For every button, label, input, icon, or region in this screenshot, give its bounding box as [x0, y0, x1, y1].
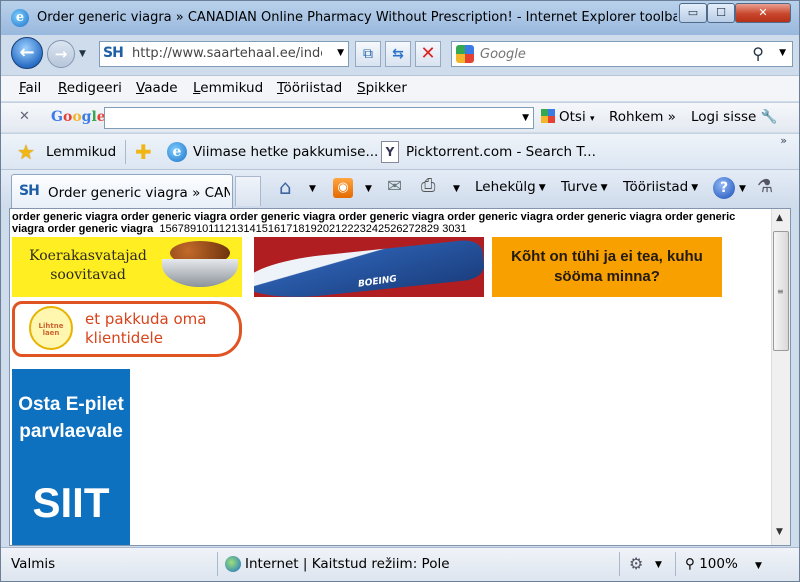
minimize-button[interactable]: ▭	[679, 3, 707, 23]
settings-icon[interactable]: ⚙	[629, 554, 643, 573]
close-toolbar-icon[interactable]: ✕	[19, 109, 30, 124]
more-button[interactable]: Rohkem »	[609, 109, 676, 125]
address-dropdown-icon[interactable]: ▼	[337, 48, 344, 58]
ad-dog-food[interactable]: Koerakasvatajad soovitavad	[12, 237, 242, 297]
vertical-scrollbar[interactable]: ▲ ≡ ▼	[771, 209, 790, 545]
ad-restaurant[interactable]: Kõht on tühi ja ei tea, kuhu sööma minna…	[492, 237, 722, 297]
scroll-down-arrow-icon[interactable]: ▼	[776, 527, 783, 537]
ad-loan-text: et pakkuda oma klientidele	[85, 310, 207, 347]
favorite-link-1[interactable]: Viimase hetke pakkumise...	[193, 144, 378, 160]
home-icon[interactable]: ⌂	[279, 175, 292, 199]
compatibility-view-icon[interactable]: ⧉	[355, 41, 381, 67]
search-icon[interactable]: ⚲	[752, 44, 764, 63]
separator	[675, 552, 676, 576]
google-logo[interactable]: Google	[51, 109, 106, 125]
ad-ferry-cta: SIIT	[32, 479, 110, 526]
address-bar[interactable]: SH http://www.saartehaal.ee/index.php ▼	[99, 41, 349, 67]
home-dropdown-icon[interactable]: ▼	[309, 184, 316, 194]
navigation-bar: ← → ▼ SH http://www.saartehaal.ee/index.…	[1, 35, 799, 73]
page-heading-text: order generic viagra order generic viagr…	[12, 211, 767, 235]
research-icon[interactable]: ⚗	[757, 176, 773, 197]
tab-active[interactable]: SH Order generic viagra » CANADIAN	[11, 174, 233, 208]
page-number-links[interactable]: 1567891011121314151617181920212223242526…	[159, 223, 466, 235]
menu-tools[interactable]: Tööriistad	[277, 80, 342, 96]
loan-logo-text: Lihtne laen	[38, 322, 64, 337]
tab-label: Order generic viagra » CANADIAN	[48, 185, 230, 201]
search-box[interactable]: ⚲ ▼	[451, 41, 793, 67]
tools-menu-button[interactable]: Tööriistad ▼	[623, 179, 698, 195]
scroll-thumb[interactable]: ≡	[773, 231, 789, 351]
loan-logo-icon: Lihtne laen	[29, 306, 73, 350]
status-bar: Valmis Internet | Kaitstud režiim: Pole …	[1, 547, 799, 581]
settings-dropdown-icon[interactable]: ▼	[655, 560, 662, 570]
menu-bar: Fail Redigeeri Vaade Lemmikud Tööriistad…	[1, 75, 799, 101]
globe-icon	[225, 556, 241, 572]
ie-page-icon: e	[167, 142, 187, 162]
scroll-grip-icon: ≡	[777, 287, 784, 296]
menu-help[interactable]: Spikker	[357, 80, 407, 96]
menu-edit[interactable]: Redigeeri	[58, 80, 122, 96]
printer-icon[interactable]: ⎙	[421, 175, 435, 196]
rss-dropdown-icon[interactable]: ▼	[365, 184, 372, 194]
forward-button[interactable]: →	[47, 40, 75, 68]
mail-icon[interactable]: ✉	[387, 176, 402, 197]
url-text[interactable]: http://www.saartehaal.ee/index.php	[132, 46, 322, 61]
site-favicon-icon: SH	[103, 45, 124, 61]
help-dropdown-icon[interactable]: ▼	[739, 184, 746, 194]
google-toolbar: ✕ Google ▼ Otsi ▾ Rohkem » Logi sisse 🔧	[1, 102, 799, 132]
back-button[interactable]: ←	[11, 37, 43, 69]
login-button[interactable]: Logi sisse 🔧	[691, 109, 777, 125]
browser-window: e Order generic viagra » CANADIAN Online…	[0, 0, 800, 582]
safety-menu-button[interactable]: Turve ▼	[561, 179, 608, 195]
ie-logo-icon: e	[11, 9, 29, 27]
help-icon[interactable]: ?	[713, 177, 735, 199]
window-title: Order generic viagra » CANADIAN Online P…	[37, 10, 677, 25]
zoom-control[interactable]: ⚲ 100% ▼	[685, 556, 762, 572]
google-toolbar-search-input[interactable]: ▼	[104, 107, 534, 129]
stop-icon[interactable]: ✕	[415, 41, 441, 67]
maximize-button[interactable]: ☐	[707, 3, 735, 23]
search-input[interactable]	[480, 45, 730, 63]
menu-view[interactable]: Vaade	[136, 80, 178, 96]
menu-favorites[interactable]: Lemmikud	[193, 80, 263, 96]
ad-dog-food-text: Koerakasvatajad soovitavad	[29, 248, 147, 283]
separator	[125, 140, 126, 164]
google-search-dropdown-icon[interactable]: ▼	[522, 113, 529, 123]
page-viewport: order generic viagra order generic viagr…	[9, 208, 791, 546]
tab-row: SH Order generic viagra » CANADIAN ⌂ ▼ ◉…	[1, 169, 799, 208]
ad-loan[interactable]: Lihtne laen et pakkuda oma klientidele	[12, 301, 242, 357]
new-tab-button[interactable]	[235, 176, 261, 206]
more-favorites-chevron-icon[interactable]: »	[780, 134, 787, 147]
ad-ferry-text: Osta E-pilet parvlaevale	[18, 394, 124, 442]
page-menu-button[interactable]: Lehekülg ▼	[475, 179, 546, 195]
dog-bowl-image	[162, 259, 238, 287]
close-button[interactable]: ✕	[735, 3, 791, 23]
title-bar: e Order generic viagra » CANADIAN Online…	[1, 1, 799, 35]
favorites-button[interactable]: Lemmikud	[46, 144, 116, 160]
favorite-link-2[interactable]: Picktorrent.com - Search T...	[406, 144, 596, 160]
ad-airline[interactable]: BOEING	[254, 237, 484, 297]
ad-ferry-ticket[interactable]: Osta E-pilet parvlaevale SIIT	[12, 369, 130, 545]
google-icon	[456, 45, 474, 63]
menu-file[interactable]: Fail	[19, 80, 41, 96]
separator	[619, 552, 620, 576]
refresh-icon[interactable]: ⇆	[385, 41, 411, 67]
status-text: Valmis	[11, 556, 56, 572]
rss-feed-icon[interactable]: ◉	[333, 178, 353, 198]
favorites-star-icon[interactable]: ★	[17, 140, 35, 164]
google-search-icon	[541, 109, 555, 123]
document-icon: Y	[381, 141, 399, 163]
history-dropdown-icon[interactable]: ▼	[79, 49, 86, 59]
tab-favicon-icon: SH	[19, 183, 40, 199]
security-zone-text[interactable]: Internet | Kaitstud režiim: Pole	[245, 556, 450, 572]
ad-restaurant-text: Kõht on tühi ja ei tea, kuhu sööma minna…	[511, 248, 703, 285]
google-search-button[interactable]: Otsi ▾	[541, 109, 595, 125]
add-to-favorites-icon[interactable]: ✚	[135, 140, 152, 164]
wrench-icon: 🔧	[760, 109, 778, 125]
search-options-dropdown-icon[interactable]: ▼	[779, 48, 786, 58]
favorites-bar: ★ Lemmikud ✚ e Viimase hetke pakkumise..…	[1, 133, 799, 169]
print-dropdown-icon[interactable]: ▼	[453, 184, 460, 194]
separator	[217, 552, 218, 576]
scroll-up-arrow-icon[interactable]: ▲	[776, 213, 783, 223]
